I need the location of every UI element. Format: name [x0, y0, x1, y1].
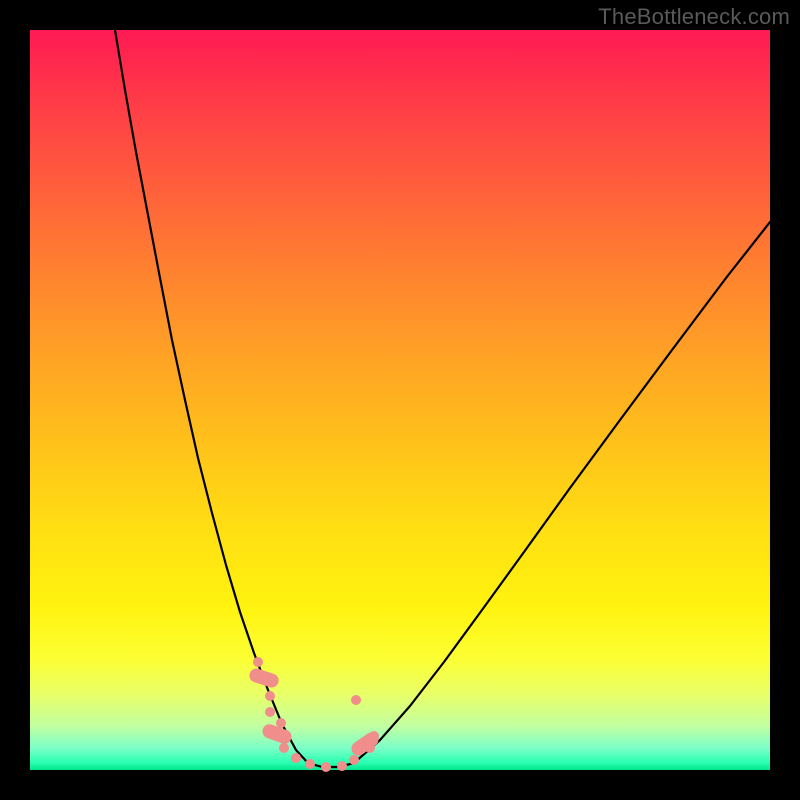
- marker-dots: [349, 755, 359, 765]
- curve-left-branch: [115, 30, 308, 763]
- marker-pills: [248, 667, 281, 690]
- marker-dots: [337, 761, 347, 771]
- marker-dots: [265, 691, 275, 701]
- marker-dots: [321, 762, 331, 772]
- chart-frame: TheBottleneck.com: [0, 0, 800, 800]
- chart-svg: [30, 30, 770, 770]
- curve-right-branch: [354, 222, 770, 763]
- marker-dots: [276, 718, 286, 728]
- marker-dots: [351, 695, 361, 705]
- marker-dots: [291, 753, 301, 763]
- plot-area: [30, 30, 770, 770]
- marker-dots: [279, 743, 289, 753]
- marker-dots: [305, 759, 315, 769]
- marker-dots: [265, 707, 275, 717]
- marker-dots: [253, 657, 263, 667]
- watermark-text: TheBottleneck.com: [598, 4, 790, 30]
